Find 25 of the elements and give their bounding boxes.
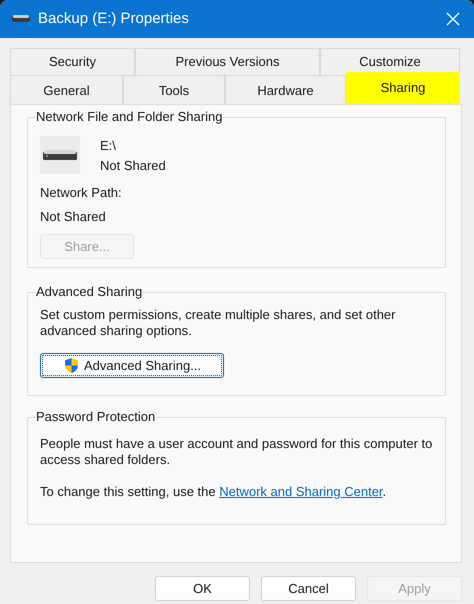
description-text: People must have a user account and password for this computer to access shared folders.: [40, 436, 433, 468]
tab[interactable]: Hardware: [225, 74, 346, 104]
shield-icon: [62, 357, 80, 374]
instruction-text: To change this setting, use the Network and Sharing Center.: [40, 483, 388, 501]
advanced-sharing-button[interactable]: Advanced Sharing...: [40, 353, 224, 378]
tab[interactable]: Security: [10, 48, 135, 74]
drive-icon: [12, 15, 30, 23]
tab[interactable]: General: [10, 74, 123, 104]
network-path-label: Network Path:: [40, 184, 123, 202]
drive-icon: [40, 136, 80, 174]
dialog-button[interactable]: Cancel: [261, 576, 356, 601]
network-path-value: Not Shared: [40, 208, 107, 226]
group-title: Advanced Sharing: [35, 284, 144, 300]
group-title: Network File and Folder Sharing: [35, 109, 224, 125]
tab[interactable]: Sharing: [346, 72, 460, 104]
network-sharing-center-link[interactable]: Network and Sharing Center: [219, 484, 383, 499]
drive-label: E:\: [100, 137, 117, 155]
close-icon: [446, 12, 460, 26]
window-title: Backup (E:) Properties: [38, 8, 189, 29]
dialog-button[interactable]: OK: [155, 576, 250, 601]
tab[interactable]: Previous Versions: [135, 48, 320, 74]
share-status: Not Shared: [100, 156, 166, 174]
description-text: Set custom permissions, create multiple shares, and set other advanced sharing options.: [40, 307, 396, 339]
tab[interactable]: Tools: [123, 74, 225, 104]
tab[interactable]: Customize: [320, 48, 460, 74]
